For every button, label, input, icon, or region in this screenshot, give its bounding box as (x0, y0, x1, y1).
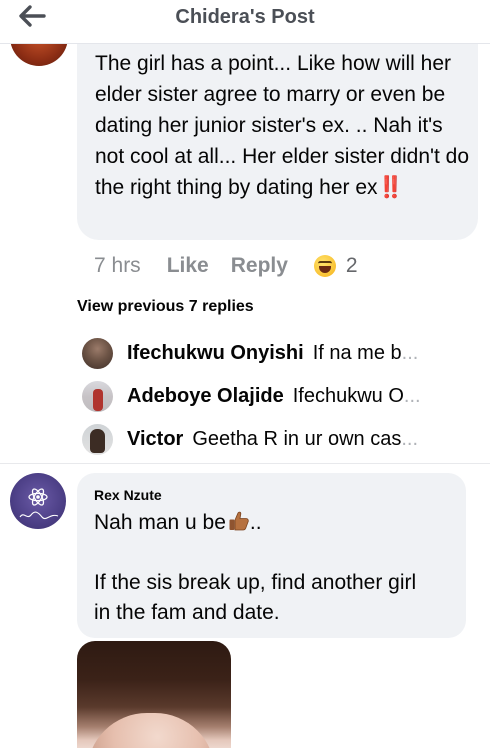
thumbs-up-emoji-icon (229, 511, 249, 531)
reply-snippet: Ifechukwu O (292, 384, 404, 407)
avatar[interactable] (82, 337, 113, 369)
comment-timestamp: 7 hrs (94, 254, 141, 277)
reaction-count: 2 (345, 254, 358, 277)
comment-bubble: Rex Nzute Nah man u be.. If the sis brea… (77, 473, 466, 638)
laughing-face-icon (313, 255, 336, 277)
comment-body: The girl has a point... Like how will he… (95, 52, 470, 199)
signature-scribble (19, 511, 59, 520)
like-button[interactable]: Like (167, 254, 209, 278)
reply-item[interactable]: Adeboye Olajide Ifechukwu O ... (82, 380, 482, 412)
avatar[interactable] (82, 423, 113, 455)
atom-icon (28, 488, 48, 506)
view-previous-replies-link[interactable]: View previous 7 replies (77, 298, 254, 316)
reply-author[interactable]: Victor (127, 428, 183, 451)
comment-photo[interactable] (77, 641, 231, 748)
reaction-summary[interactable]: 2 (310, 254, 358, 278)
avatar[interactable] (10, 473, 66, 529)
comment-text-part: Nah man u be (94, 511, 226, 534)
comment-text-line: in the fam and date. (94, 601, 280, 624)
page-title: Chidera's Post (175, 6, 315, 28)
reply-ellipsis: ... (401, 427, 418, 450)
comment-author[interactable]: Rex Nzute (94, 487, 162, 503)
comment-text-line: Nah man u be.. (94, 511, 262, 535)
comment-actions: 7 hrs Like Reply 2 (94, 252, 358, 280)
comment-text: The girl has a point... Like how will he… (95, 48, 470, 203)
divider (0, 463, 490, 464)
reply-snippet: Geetha R in ur own cas (192, 427, 402, 450)
top-bar: Chidera's Post (0, 0, 490, 44)
reply-item[interactable]: Ifechukwu Onyishi If na me b ... (82, 337, 482, 369)
comment-bubble: The girl has a point... Like how will he… (77, 40, 478, 240)
double-exclamation-emoji: ‼️ (377, 176, 404, 199)
reply-snippet: If na me b (312, 341, 402, 364)
reply-ellipsis: ... (403, 384, 421, 407)
avatar[interactable] (82, 380, 113, 412)
reply-ellipsis: ... (401, 341, 419, 364)
reply-author[interactable]: Adeboye Olajide (127, 385, 284, 408)
reply-item[interactable]: Victor Geetha R in ur own cas ... (82, 423, 482, 455)
comment-text-line: If the sis break up, find another girl (94, 571, 417, 594)
reply-author[interactable]: Ifechukwu Onyishi (127, 342, 304, 365)
comment-text-part: .. (249, 511, 262, 534)
reply-button[interactable]: Reply (231, 254, 288, 278)
